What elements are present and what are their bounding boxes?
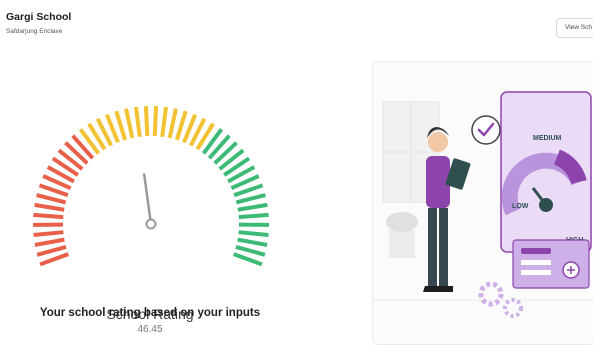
plant: [386, 212, 418, 232]
gauge-segment: [238, 240, 268, 245]
gauge-segment: [146, 106, 147, 136]
gauge-tick-marks: [33, 106, 269, 264]
gauge-segment: [35, 240, 65, 245]
gauge-segment: [136, 107, 140, 137]
check-bubble-icon: [472, 116, 500, 144]
rating-value: 46.45: [88, 324, 212, 335]
gauge-segment: [236, 195, 265, 202]
gauge-segment: [37, 195, 66, 202]
rating-gauge: [0, 56, 300, 340]
rating-illustration: MEDIUM LOW HIGH: [372, 61, 593, 345]
gauge-segment: [234, 254, 262, 264]
rating-caption: Your school rating based on your inputs: [20, 307, 280, 319]
gauge-needle: [144, 174, 155, 228]
gauge-segment: [35, 205, 65, 210]
gauge-segment: [239, 232, 269, 235]
school-name: Gargi School: [6, 11, 71, 23]
woman-with-meter-illustration: MEDIUM LOW HIGH: [373, 62, 593, 345]
rating-meter-board: MEDIUM LOW HIGH: [501, 92, 591, 252]
rating-gauge-card: School Rating 46.45: [0, 56, 358, 340]
gauge-segment: [177, 111, 186, 140]
gauge-segment: [34, 232, 64, 235]
gauge-segment: [116, 111, 125, 140]
view-school-button[interactable]: View Sch: [556, 18, 593, 38]
gauge-segment: [33, 215, 63, 217]
gauge-segment: [170, 109, 176, 138]
gauge-segment: [162, 107, 166, 137]
plant-pot: [389, 230, 415, 258]
meter-label-low: LOW: [512, 203, 529, 210]
gauge-segment: [126, 109, 132, 138]
gauge-segment: [238, 205, 268, 210]
gauge-segment: [155, 106, 156, 136]
gauge-segment: [37, 247, 66, 255]
gauge-segment: [40, 254, 68, 264]
school-location: Safdarjung Enclave: [6, 28, 62, 35]
header: Gargi School Safdarjung Enclave View Sch: [0, 0, 593, 50]
meter-label-medium: MEDIUM: [533, 135, 562, 142]
gauge-segment: [239, 215, 269, 217]
gauge-segment: [236, 247, 265, 255]
page: Gargi School Safdarjung Enclave View Sch…: [0, 0, 593, 340]
survey-box: [513, 240, 589, 288]
